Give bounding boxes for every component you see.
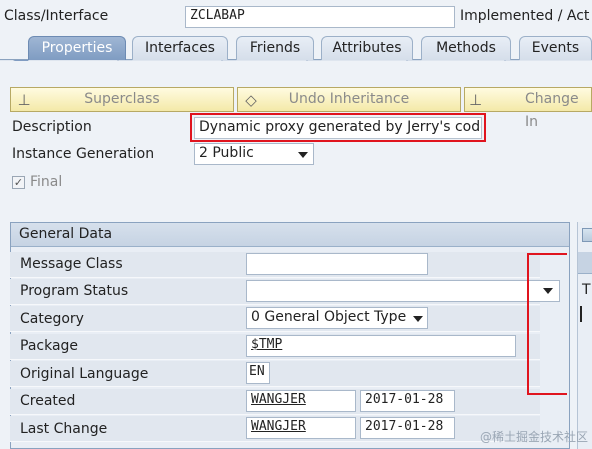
program-status-select[interactable]	[246, 280, 560, 302]
original-language-label: Original Language	[20, 366, 149, 382]
undo-inheritance-button[interactable]: ◇ Undo Inheritance	[237, 87, 461, 112]
created-label: Created	[20, 393, 76, 409]
change-icon: ⊥	[469, 91, 483, 109]
chevron-down-icon[interactable]	[298, 152, 308, 158]
package-label: Package	[20, 338, 79, 354]
program-status-label: Program Status	[20, 283, 129, 299]
chevron-down-icon[interactable]	[543, 288, 553, 294]
undo-inheritance-label: Undo Inheritance	[288, 91, 410, 107]
category-select[interactable]: 0 General Object Type	[246, 307, 428, 329]
text-cursor	[580, 306, 582, 322]
annotation-bracket-top	[527, 253, 567, 255]
tab-properties[interactable]: Properties	[28, 36, 126, 60]
chevron-down-icon[interactable]	[413, 316, 423, 322]
layout-icon[interactable]	[582, 228, 592, 242]
final-label: Final	[30, 174, 63, 190]
last-change-by-field[interactable]: WANGJER	[246, 417, 356, 439]
side-panel-header	[578, 252, 592, 274]
tab-attributes[interactable]: Attributes	[321, 36, 413, 60]
watermark: @稀土掘金技术社区	[479, 430, 588, 444]
category-value: 0 General Object Type	[251, 309, 407, 325]
superclass-icon: ⊥	[17, 91, 31, 109]
original-language-field[interactable]: EN	[246, 362, 270, 384]
last-change-label: Last Change	[20, 421, 108, 437]
category-label: Category	[20, 311, 84, 327]
message-class-field[interactable]	[246, 253, 428, 275]
tab-interfaces[interactable]: Interfaces	[132, 36, 228, 60]
change-inheritance-button[interactable]: ⊥ Change In	[464, 87, 592, 130]
tab-friends[interactable]: Friends	[236, 36, 314, 60]
annotation-bracket-bottom	[527, 393, 567, 395]
tab-methods[interactable]: Methods	[421, 36, 511, 60]
status-text: Implemented / Act	[460, 8, 590, 24]
created-by-field[interactable]: WANGJER	[246, 390, 356, 412]
message-class-label: Message Class	[20, 256, 123, 272]
general-data-title: General Data	[11, 223, 569, 247]
header-row: Class/Interface ZCLABAP Implemented / Ac…	[0, 0, 592, 32]
last-change-date-field[interactable]: 2017-01-28	[360, 417, 455, 439]
instance-generation-value: 2 Public	[199, 145, 254, 161]
superclass-button[interactable]: ⊥ Superclass	[10, 87, 234, 112]
annotation-bracket-left	[527, 253, 529, 395]
description-label: Description	[12, 119, 92, 135]
instance-generation-select[interactable]: 2 Public	[194, 143, 314, 165]
highlight-box	[190, 113, 486, 142]
class-name-field[interactable]: ZCLABAP	[185, 6, 455, 28]
side-panel: T	[577, 222, 592, 449]
package-field[interactable]: $TMP	[246, 335, 516, 357]
tab-strip: Properties Interfaces Friends Attributes…	[0, 32, 592, 60]
tab-events[interactable]: Events	[519, 36, 592, 60]
class-interface-label: Class/Interface	[4, 8, 109, 24]
instance-generation-label: Instance Generation	[12, 146, 155, 162]
created-date-field[interactable]: 2017-01-28	[360, 390, 455, 412]
side-column-header: T	[582, 282, 591, 298]
undo-icon: ◇	[245, 91, 257, 109]
superclass-label: Superclass	[84, 91, 160, 107]
final-checkbox[interactable]: ✓	[12, 176, 25, 189]
